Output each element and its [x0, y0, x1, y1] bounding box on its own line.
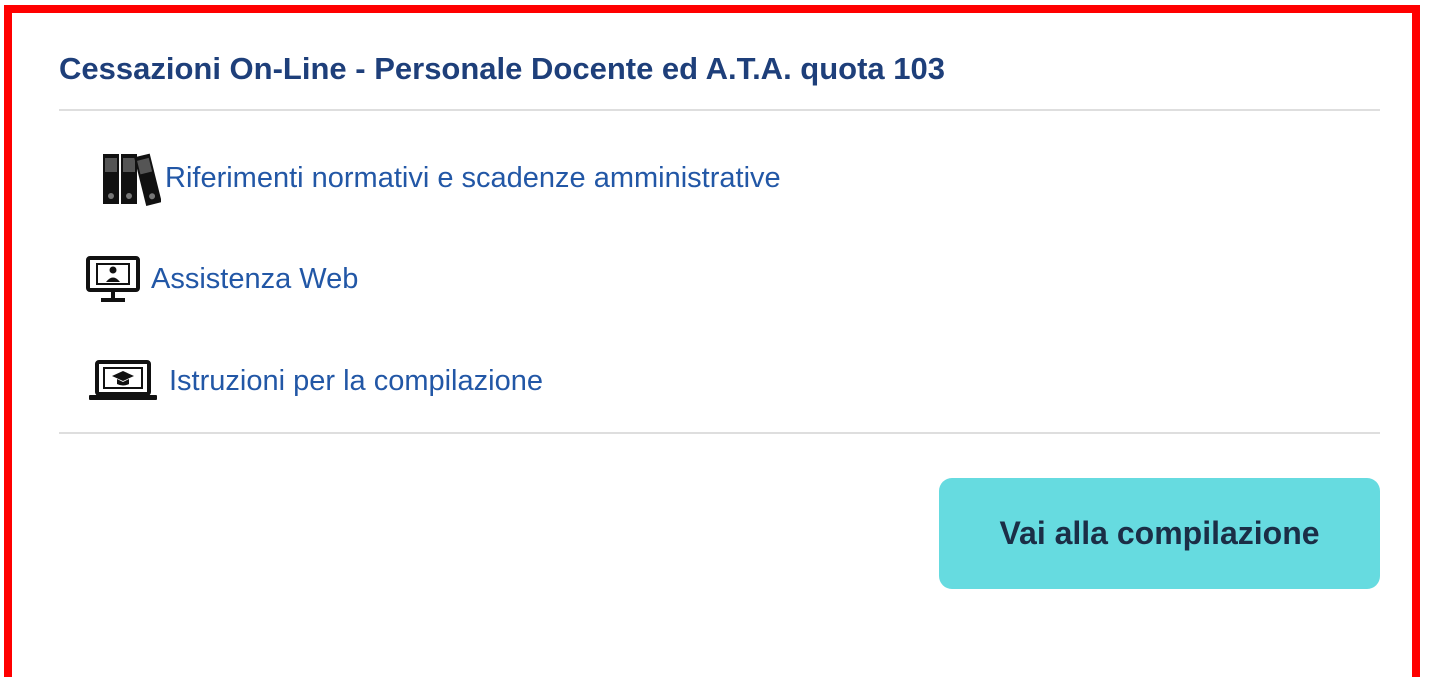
binders-icon [103, 153, 161, 206]
card-title: Cessazioni On-Line - Personale Docente e… [59, 51, 945, 86]
link-assistenza-web[interactable]: Assistenza Web [85, 251, 358, 307]
link-riferimenti-normativi[interactable]: Riferimenti normativi e scadenze amminis… [101, 150, 781, 206]
link-label: Riferimenti normativi e scadenze amminis… [165, 161, 781, 194]
laptop-graduation-icon [89, 360, 157, 400]
links-divider [59, 432, 1380, 434]
link-label: Istruzioni per la compilazione [169, 364, 543, 397]
title-divider [59, 109, 1380, 111]
vai-alla-compilazione-button[interactable]: Vai alla compilazione [939, 478, 1380, 589]
cessazioni-card: Cessazioni On-Line - Personale Docente e… [4, 5, 1420, 677]
link-istruzioni-compilazione[interactable]: Istruzioni per la compilazione [87, 353, 543, 409]
monitor-support-icon [86, 256, 140, 302]
link-label: Assistenza Web [151, 262, 359, 295]
